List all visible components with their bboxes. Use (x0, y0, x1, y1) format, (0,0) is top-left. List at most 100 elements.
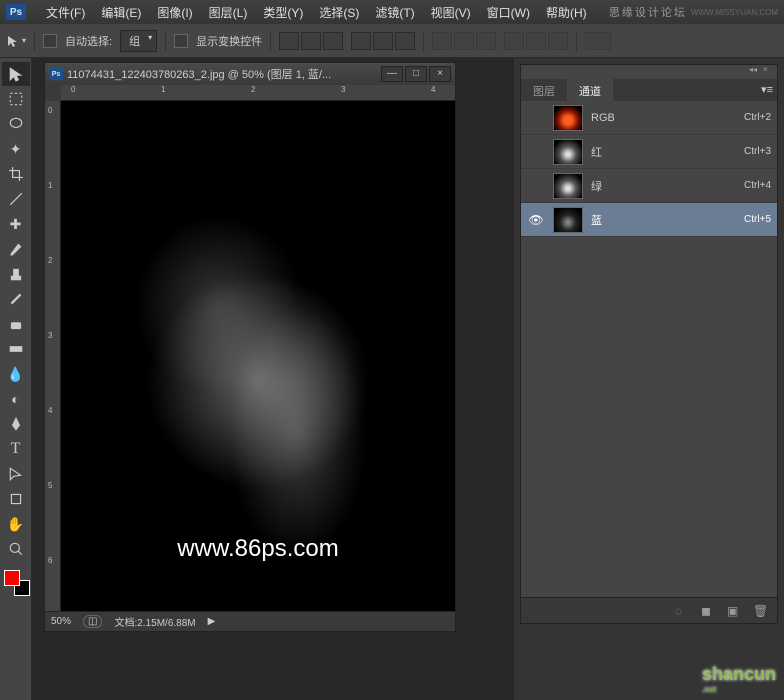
crop-tool[interactable] (2, 162, 30, 186)
panel-footer: ◌ ◼ ▣ 🗑 (521, 597, 777, 623)
close-button[interactable]: × (429, 66, 451, 82)
show-transform-label: 显示变换控件 (196, 33, 262, 49)
healing-tool[interactable]: ✚ (2, 212, 30, 236)
zoom-tool[interactable] (2, 537, 30, 561)
auto-select-dropdown[interactable]: 组 (120, 30, 157, 52)
menu-edit[interactable]: 编辑(E) (93, 4, 149, 21)
auto-select-checkbox[interactable] (43, 34, 57, 48)
align-icon-4[interactable] (351, 32, 371, 50)
eyedropper-tool[interactable] (2, 187, 30, 211)
channel-shortcut: Ctrl+5 (744, 214, 771, 225)
channel-thumb-blue (553, 207, 583, 233)
channel-row-red[interactable]: 红 Ctrl+3 (521, 135, 777, 169)
history-brush-tool[interactable] (2, 287, 30, 311)
doc-info-value: 2.15M/6.88M (137, 618, 195, 629)
new-channel-icon[interactable]: ▣ (727, 604, 743, 618)
canvas-area: Ps 11074431_122403780263_2.jpg @ 50% (图层… (32, 58, 514, 700)
menu-image[interactable]: 图像(I) (149, 4, 200, 21)
align-icon-6[interactable] (395, 32, 415, 50)
document-window: Ps 11074431_122403780263_2.jpg @ 50% (图层… (44, 62, 456, 632)
channel-shortcut: Ctrl+3 (744, 146, 771, 157)
zoom-level[interactable]: 50% (51, 616, 71, 627)
foreground-color[interactable] (4, 570, 20, 586)
forum-url: WWW.MISSYUAN.COM (691, 8, 778, 17)
forum-label: 思缘设计论坛 (609, 4, 687, 20)
menu-help[interactable]: 帮助(H) (538, 4, 595, 21)
channel-shortcut: Ctrl+4 (744, 180, 771, 191)
channel-list: RGB Ctrl+2 红 Ctrl+3 绿 Ctrl+4 👁 (521, 101, 777, 597)
align-icon-1[interactable] (279, 32, 299, 50)
stamp-tool[interactable] (2, 262, 30, 286)
marquee-tool[interactable] (2, 87, 30, 111)
blur-tool[interactable]: 💧 (2, 362, 30, 386)
channel-thumb-green (553, 173, 583, 199)
path-tool[interactable] (2, 462, 30, 486)
delete-channel-icon[interactable]: 🗑 (753, 604, 769, 618)
panel-collapse-icon[interactable]: ◂◂ (749, 65, 759, 75)
channel-row-green[interactable]: 绿 Ctrl+4 (521, 169, 777, 203)
ruler-vertical[interactable]: 0 1 2 3 4 5 6 (45, 101, 61, 611)
minimize-button[interactable]: — (381, 66, 403, 82)
show-transform-checkbox[interactable] (174, 34, 188, 48)
channels-panel: ◂◂ × 图层 通道 ▾≡ RGB Ctrl+2 红 Ct (520, 64, 778, 624)
auto-align-icon (585, 32, 611, 50)
pen-tool[interactable] (2, 412, 30, 436)
gradient-tool[interactable] (2, 337, 30, 361)
brush-tool[interactable] (2, 237, 30, 261)
channel-name: 蓝 (591, 212, 744, 228)
align-icon-3[interactable] (323, 32, 343, 50)
menu-file[interactable]: 文件(F) (38, 4, 93, 21)
distribute-icon-4 (504, 32, 524, 50)
distribute-icon-5 (526, 32, 546, 50)
align-icon-5[interactable] (373, 32, 393, 50)
menu-filter[interactable]: 滤镜(T) (367, 4, 422, 21)
color-swatches[interactable] (4, 570, 30, 596)
move-tool-indicator[interactable]: ▾ (6, 34, 26, 48)
lasso-tool[interactable] (2, 112, 30, 136)
channel-name: 绿 (591, 178, 744, 194)
load-selection-icon[interactable]: ◌ (675, 604, 691, 618)
shape-tool[interactable] (2, 487, 30, 511)
menu-type[interactable]: 类型(Y) (255, 4, 311, 21)
magic-wand-tool[interactable]: ✦ (2, 137, 30, 161)
align-icon-2[interactable] (301, 32, 321, 50)
type-tool[interactable]: T (2, 437, 30, 461)
channel-name: RGB (591, 112, 744, 124)
save-selection-icon[interactable]: ◼ (701, 604, 717, 618)
status-arrow-icon[interactable]: ▶ (208, 616, 216, 627)
distribute-icon-3 (476, 32, 496, 50)
channel-shortcut: Ctrl+2 (744, 112, 771, 123)
menu-window[interactable]: 窗口(W) (479, 4, 538, 21)
menu-bar: Ps 文件(F) 编辑(E) 图像(I) 图层(L) 类型(Y) 选择(S) 滤… (0, 0, 784, 24)
channel-row-rgb[interactable]: RGB Ctrl+2 (521, 101, 777, 135)
ps-logo-icon: Ps (6, 4, 26, 20)
panel-close-icon[interactable]: × (763, 65, 773, 75)
dodge-tool[interactable]: ◐ (2, 387, 30, 411)
tab-layers[interactable]: 图层 (521, 79, 567, 101)
panel-menu-icon[interactable]: ▾≡ (757, 79, 777, 101)
document-title: 11074431_122403780263_2.jpg @ 50% (图层 1,… (67, 66, 379, 82)
doc-info-label: 文档: (114, 618, 137, 629)
channel-row-blue[interactable]: 👁 蓝 Ctrl+5 (521, 203, 777, 237)
move-tool[interactable] (2, 62, 30, 86)
options-bar: ▾ 自动选择: 组 显示变换控件 (0, 24, 784, 58)
menu-view[interactable]: 视图(V) (423, 4, 479, 21)
tab-channels[interactable]: 通道 (567, 79, 613, 101)
watermark-text: www.86ps.com (177, 535, 338, 563)
distribute-icon-1 (432, 32, 452, 50)
visibility-toggle[interactable]: 👁 (527, 213, 545, 227)
menu-layer[interactable]: 图层(L) (201, 4, 256, 21)
eraser-tool[interactable] (2, 312, 30, 336)
channel-thumb-rgb (553, 105, 583, 131)
view-icon[interactable]: ◫ (83, 615, 102, 628)
menu-select[interactable]: 选择(S) (311, 4, 367, 21)
panels-area: ◂◂ × 图层 通道 ▾≡ RGB Ctrl+2 红 Ct (514, 58, 784, 700)
canvas-content[interactable]: www.86ps.com (61, 101, 455, 611)
hand-tool[interactable]: ✋ (2, 512, 30, 536)
ruler-horizontal[interactable]: 0 1 2 3 4 (61, 85, 455, 101)
tool-sidebar: ✦ ✚ 💧 ◐ T ✋ (0, 58, 32, 700)
maximize-button[interactable]: □ (405, 66, 427, 82)
document-titlebar[interactable]: Ps 11074431_122403780263_2.jpg @ 50% (图层… (45, 63, 455, 85)
auto-select-label: 自动选择: (65, 33, 112, 49)
distribute-icon-2 (454, 32, 474, 50)
